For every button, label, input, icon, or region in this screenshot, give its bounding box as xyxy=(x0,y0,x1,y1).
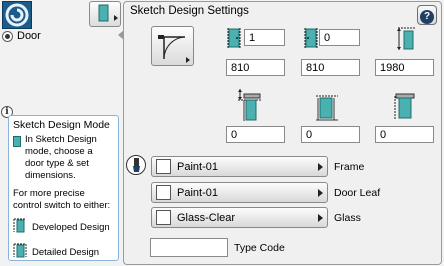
detailed-design-icon xyxy=(13,243,27,262)
door-icon xyxy=(13,136,21,147)
paint-brush-icon[interactable] xyxy=(126,155,146,175)
frame-material-select[interactable]: Paint-01 xyxy=(151,156,328,177)
offset-input-3[interactable] xyxy=(375,126,434,143)
reveal-offset-icon xyxy=(393,88,417,125)
left-leaf-count-input[interactable] xyxy=(244,29,285,46)
help-title: Sketch Design Mode xyxy=(13,119,110,131)
help-button[interactable]: ? xyxy=(417,5,437,25)
left-leaf-icon xyxy=(227,27,243,53)
glass-material-value: Glass-Clear xyxy=(177,211,236,224)
panel-title: Sketch Design Settings xyxy=(130,5,249,17)
offset-input-1[interactable] xyxy=(226,126,285,143)
glass-swatch xyxy=(156,210,171,225)
type-code-input[interactable] xyxy=(150,238,228,257)
spiral-logo-icon xyxy=(2,1,32,29)
help-icon: ? xyxy=(420,10,434,24)
frame-label: Frame xyxy=(334,161,365,173)
detailed-design-label: Detailed Design xyxy=(32,246,100,258)
head-offset-icon xyxy=(236,88,264,125)
arrow-right-icon xyxy=(318,213,323,222)
height-dimension-icon xyxy=(396,26,418,55)
swing-type-picker[interactable] xyxy=(151,26,194,66)
door-leaf-swatch xyxy=(156,185,171,200)
door-radio[interactable] xyxy=(2,30,13,42)
door-leaf-material-value: Paint-01 xyxy=(177,186,218,199)
type-code-label: Type Code xyxy=(234,242,285,254)
developed-design-icon xyxy=(13,218,27,237)
right-leaf-count-input[interactable] xyxy=(319,29,360,46)
arrow-right-icon xyxy=(318,162,323,171)
door-label: Door xyxy=(17,30,41,42)
frame-swatch xyxy=(156,159,171,174)
door-option[interactable]: Door xyxy=(2,30,41,42)
height-input[interactable] xyxy=(375,59,434,76)
frame-material-value: Paint-01 xyxy=(177,160,218,173)
width-input-2[interactable] xyxy=(301,59,360,76)
help-line2: For more precise control switch to eithe… xyxy=(13,188,111,211)
developed-design-label: Developed Design xyxy=(32,221,110,233)
glass-label: Glass xyxy=(334,212,361,224)
help-line1: In Sketch Design mode, choose a door typ… xyxy=(25,134,97,181)
width-input-1[interactable] xyxy=(226,59,285,76)
door-leaf-material-select[interactable]: Paint-01 xyxy=(151,182,328,203)
detailed-design-link[interactable]: Detailed Design xyxy=(13,243,114,262)
right-leaf-icon xyxy=(303,27,319,53)
glass-material-select[interactable]: Glass-Clear xyxy=(151,207,328,228)
door-leaf-label: Door Leaf xyxy=(334,187,381,199)
door-type-button[interactable] xyxy=(89,1,121,27)
developed-design-link[interactable]: Developed Design xyxy=(13,218,114,237)
arrow-right-icon xyxy=(318,188,323,197)
help-box: Sketch Design Mode In Sketch Design mode… xyxy=(8,115,119,261)
sill-offset-icon xyxy=(314,88,340,125)
offset-input-2[interactable] xyxy=(301,126,360,143)
